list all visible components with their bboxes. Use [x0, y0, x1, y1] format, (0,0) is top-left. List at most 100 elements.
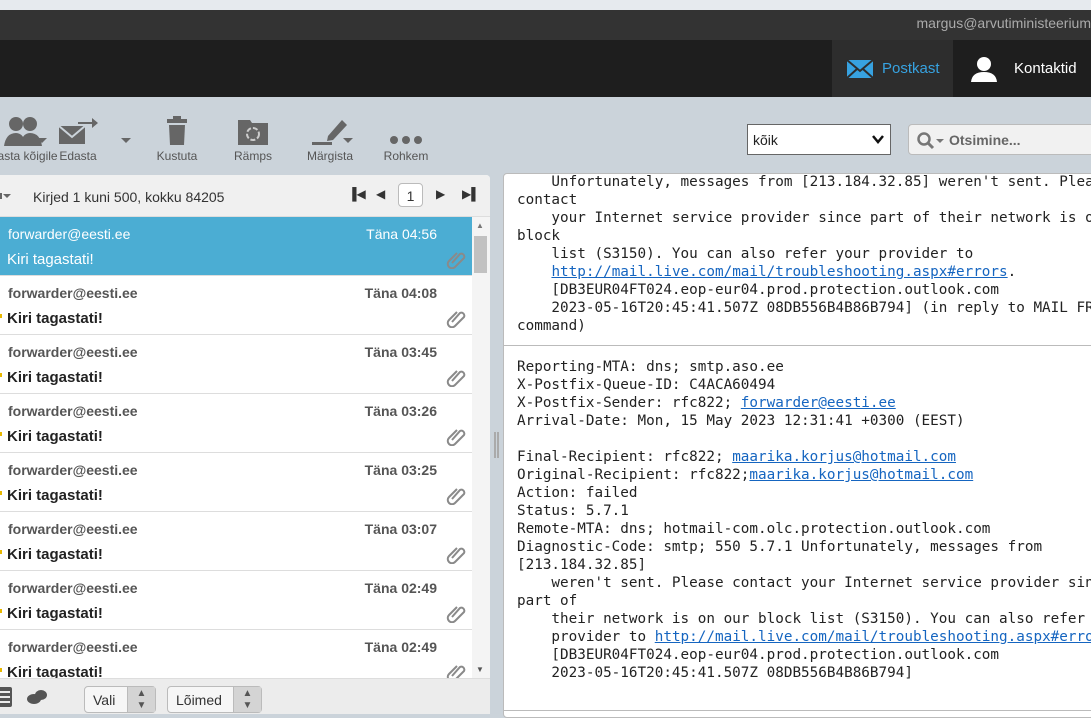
- list-header: Kirjed 1 kuni 500, kokku 84205 ▐◀ ◀ 1 ▶ …: [0, 175, 490, 217]
- user-bar: margus@arvutiministeerium: [0, 10, 1091, 40]
- junk-button[interactable]: Rämps: [223, 116, 283, 163]
- list-footer: Vali ▲ ▼ Lõimed ▲ ▼: [0, 678, 490, 714]
- mark-dropdown[interactable]: [343, 138, 353, 143]
- prev-page-button[interactable]: ◀: [376, 187, 385, 201]
- nav-contacts[interactable]: Kontaktid: [968, 40, 1077, 97]
- user-email: margus@arvutiministeerium: [916, 15, 1091, 31]
- body-link[interactable]: http://mail.live.com/mail/troubleshootin…: [551, 264, 1007, 280]
- unread-flag-icon[interactable]: [0, 550, 2, 554]
- body-link[interactable]: forwarder@eesti.ee: [741, 395, 896, 411]
- list-scrollbar[interactable]: ▲ ▼: [472, 217, 490, 678]
- body-line: list (S3150). You can also refer your pr…: [517, 245, 1091, 263]
- delete-button[interactable]: Kustuta: [147, 116, 207, 163]
- forward-button[interactable]: Edasta: [48, 116, 108, 163]
- message-time: Täna 04:08: [364, 285, 437, 301]
- body-text: X-Postfix-Queue-ID: C4ACA60494: [517, 377, 776, 393]
- paperclip-icon: [446, 370, 466, 388]
- list-view-icon[interactable]: [0, 687, 14, 707]
- body-text: Action: failed: [517, 485, 638, 501]
- body-line: your Internet service provider since par…: [517, 209, 1091, 227]
- paperclip-icon: [446, 429, 466, 447]
- body-line: [DB3EUR04FT024.eop-eur04.prod.protection…: [517, 646, 1091, 664]
- filter-value: kõik: [753, 132, 778, 148]
- body-text: your Internet service provider since par…: [517, 210, 1091, 226]
- message-subject: Kiri tagastati!: [7, 369, 103, 386]
- body-line: Arrival-Date: Mon, 15 May 2023 12:31:41 …: [517, 412, 1091, 430]
- unread-flag-icon[interactable]: [0, 668, 2, 672]
- scroll-up-icon[interactable]: ▲: [476, 221, 484, 230]
- message-subject: Kiri tagastati!: [7, 487, 103, 504]
- body-link[interactable]: maarika.korjus@hotmail.com: [732, 449, 956, 465]
- pane-resize-handle[interactable]: [494, 432, 499, 458]
- body-line: contact: [517, 191, 1091, 209]
- updown-icon: ▲ ▼: [127, 687, 155, 712]
- select-dropdown[interactable]: Vali ▲ ▼: [84, 686, 156, 713]
- body-text: contact: [517, 192, 578, 208]
- scrollbar-thumb[interactable]: [474, 236, 487, 273]
- body-text: part of: [517, 593, 578, 609]
- nav-contacts-label: Kontaktid: [1014, 60, 1077, 77]
- unread-flag-icon[interactable]: [0, 491, 2, 495]
- trash-icon: [167, 116, 187, 145]
- body-line: [517, 430, 1091, 448]
- delete-label: Kustuta: [156, 149, 198, 163]
- first-page-button[interactable]: ▐◀: [348, 187, 366, 201]
- forward-icon: [58, 118, 98, 144]
- unread-flag-icon[interactable]: [0, 432, 2, 436]
- reply-all-dropdown[interactable]: [37, 138, 47, 143]
- message-row[interactable]: forwarder@eesti.ee Täna 04:56 Kiri tagas…: [0, 217, 472, 276]
- threads-icon[interactable]: [26, 689, 48, 705]
- browser-edge: [0, 0, 1091, 10]
- filter-select[interactable]: kõik: [747, 124, 891, 155]
- body-line: Status: 5.7.1: [517, 502, 1091, 520]
- message-row[interactable]: forwarder@eesti.ee Täna 02:49 Kiri tagas…: [0, 571, 472, 630]
- message-from: forwarder@eesti.ee: [8, 403, 138, 419]
- more-button[interactable]: Rohkem: [376, 116, 436, 163]
- message-row[interactable]: forwarder@eesti.ee Täna 03:25 Kiri tagas…: [0, 453, 472, 512]
- body-line: X-Postfix-Queue-ID: C4ACA60494: [517, 376, 1091, 394]
- message-row[interactable]: forwarder@eesti.ee Täna 03:07 Kiri tagas…: [0, 512, 472, 571]
- body-text: Original-Recipient: rfc822;: [517, 467, 750, 483]
- body-text: weren't sent. Please contact your Intern…: [517, 575, 1091, 591]
- message-row[interactable]: forwarder@eesti.ee Täna 03:26 Kiri tagas…: [0, 394, 472, 453]
- forward-dropdown[interactable]: [121, 138, 131, 143]
- unread-flag-icon[interactable]: [0, 609, 2, 613]
- search-input[interactable]: Otsimine...: [908, 124, 1091, 155]
- last-page-button[interactable]: ▶▌: [462, 187, 480, 201]
- body-line: http://mail.live.com/mail/troubleshootin…: [517, 263, 1091, 281]
- page-number-input[interactable]: 1: [398, 183, 423, 207]
- message-row[interactable]: forwarder@eesti.ee Täna 04:08 Kiri tagas…: [0, 276, 472, 335]
- next-page-button[interactable]: ▶: [436, 187, 445, 201]
- body-text: Status: 5.7.1: [517, 503, 629, 519]
- message-time: Täna 03:07: [364, 521, 437, 537]
- message-row[interactable]: forwarder@eesti.ee Täna 03:45 Kiri tagas…: [0, 335, 472, 394]
- message-time: Täna 04:56: [366, 226, 437, 242]
- unread-flag-icon[interactable]: [0, 314, 2, 318]
- body-text: Unfortunately, messages from [213.184.32…: [517, 174, 1091, 190]
- section-divider: [504, 710, 1091, 711]
- body-line: part of: [517, 592, 1091, 610]
- scroll-down-icon[interactable]: ▼: [476, 665, 484, 674]
- nav-mail[interactable]: Postkast: [832, 40, 953, 97]
- message-from: forwarder@eesti.ee: [8, 521, 138, 537]
- body-line: [DB3EUR04FT024.eop-eur04.prod.protection…: [517, 281, 1091, 299]
- body-text: 2023-05-16T20:45:41.507Z 08DB556B4B86B79…: [517, 300, 1091, 316]
- envelope-icon: [846, 58, 874, 79]
- body-text: command): [517, 318, 586, 334]
- message-time: Täna 02:49: [364, 580, 437, 596]
- message-time: Täna 02:49: [364, 639, 437, 655]
- message-subject: Kiri tagastati!: [7, 310, 103, 327]
- top-nav: Postkast Kontaktid: [0, 40, 1091, 97]
- list-options-icon[interactable]: [0, 191, 16, 201]
- body-text: 2023-05-16T20:45:41.507Z 08DB556B4B86B79…: [517, 665, 913, 681]
- message-list: Kirjed 1 kuni 500, kokku 84205 ▐◀ ◀ 1 ▶ …: [0, 175, 490, 714]
- section-divider: [504, 345, 1091, 346]
- threads-dropdown[interactable]: Lõimed ▲ ▼: [167, 686, 262, 713]
- junk-icon: [238, 120, 268, 145]
- body-link[interactable]: http://mail.live.com/mail/troubleshootin…: [655, 629, 1091, 645]
- body-text: X-Postfix-Sender: rfc822;: [517, 395, 741, 411]
- body-link[interactable]: maarika.korjus@hotmail.com: [749, 467, 973, 483]
- unread-flag-icon[interactable]: [0, 373, 2, 377]
- mark-label: Märgista: [306, 149, 353, 163]
- search-placeholder: Otsimine...: [949, 132, 1021, 148]
